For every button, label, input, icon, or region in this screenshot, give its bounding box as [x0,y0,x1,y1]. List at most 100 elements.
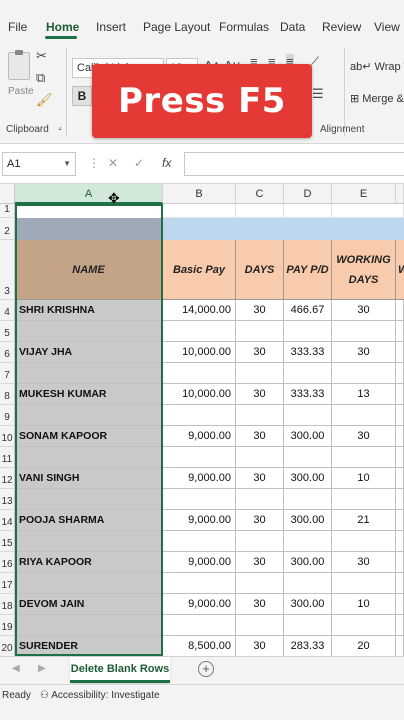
blank-cell[interactable] [236,447,284,468]
cell-days[interactable]: 30 [236,510,284,531]
blank-cell[interactable] [284,531,332,552]
tab-review[interactable]: Review [322,20,361,34]
cell-working-days[interactable]: 30 [332,426,396,447]
select-all-corner[interactable] [0,184,15,204]
cell-days[interactable]: 30 [236,594,284,615]
grid-cell[interactable] [396,300,404,321]
cell-name[interactable]: MUKESH KUMAR [15,384,163,405]
blank-cell[interactable] [163,405,236,426]
cell-working-days[interactable]: 20 [332,636,396,656]
blank-cell[interactable] [163,321,236,342]
cell-pay-pd[interactable]: 300.00 [284,594,332,615]
merge-center-button[interactable]: ⊞ Merge & C [350,92,404,105]
format-painter-icon[interactable]: 🖌 [36,92,53,108]
paste-button-label[interactable]: Paste [8,86,34,97]
cell-days[interactable]: 30 [236,300,284,321]
row-header[interactable]: 10 [0,426,15,447]
bold-button[interactable]: B [72,86,92,106]
row-header[interactable]: 15 [0,531,15,552]
cell-pay-pd[interactable]: 466.67 [284,300,332,321]
cell-days[interactable]: 30 [236,552,284,573]
blank-cell[interactable] [332,615,396,636]
row-header[interactable]: 8 [0,384,15,405]
sheet-prev-icon[interactable]: ◀ [12,663,20,674]
blank-cell[interactable] [332,447,396,468]
header-basic-pay[interactable]: Basic Pay [163,240,236,300]
blank-cell[interactable] [332,363,396,384]
grid-cell[interactable] [396,510,404,531]
sheet-next-icon[interactable]: ▶ [38,663,46,674]
row-header[interactable]: 7 [0,363,15,384]
column-header-e[interactable]: E [332,184,396,204]
blank-cell[interactable] [332,405,396,426]
header-working-days[interactable]: WORKING DAYS [332,240,396,300]
cell-pay-pd[interactable]: 333.33 [284,384,332,405]
blank-cell[interactable] [163,363,236,384]
blank-cell[interactable] [284,363,332,384]
cell-basic-pay[interactable]: 9,000.00 [163,594,236,615]
cell-pay-pd[interactable]: 283.33 [284,636,332,656]
cell-basic-pay[interactable]: 14,000.00 [163,300,236,321]
row-header[interactable]: 2 [0,218,15,240]
cell-working-days[interactable]: 30 [332,552,396,573]
dialog-launcher-icon[interactable]: ⌟ [58,122,62,131]
formula-input[interactable] [184,152,404,176]
header-days[interactable]: DAYS [236,240,284,300]
grid-cell[interactable] [396,426,404,447]
tab-view[interactable]: View [374,20,400,34]
paste-icon[interactable] [8,50,30,80]
cell-name[interactable]: SURENDER [15,636,163,656]
row-header[interactable]: 13 [0,489,15,510]
cell-basic-pay[interactable]: 9,000.00 [163,426,236,447]
blank-cell[interactable] [15,531,163,552]
blank-cell[interactable] [15,405,163,426]
header-next-column[interactable]: W [396,240,404,300]
blank-cell[interactable] [236,615,284,636]
cell-basic-pay[interactable]: 9,000.00 [163,468,236,489]
row-header[interactable]: 3 [0,240,15,300]
blank-cell[interactable] [236,363,284,384]
row-header[interactable]: 19 [0,615,15,636]
blank-cell[interactable] [284,321,332,342]
cell-name[interactable]: VIJAY JHA [15,342,163,363]
cell-pay-pd[interactable]: 333.33 [284,342,332,363]
column-header-b[interactable]: B [163,184,236,204]
tab-home[interactable]: Home [46,20,79,34]
cut-icon[interactable]: ✂ [36,48,47,64]
blank-cell[interactable] [396,531,404,552]
tab-data[interactable]: Data [280,20,305,34]
row-header[interactable]: 14 [0,510,15,531]
cell-name[interactable]: POOJA SHARMA [15,510,163,531]
cell-basic-pay[interactable]: 8,500.00 [163,636,236,656]
sheet-tab-delete-blank-rows[interactable]: Delete Blank Rows [70,657,170,683]
blank-cell[interactable] [284,573,332,594]
cell-pay-pd[interactable]: 300.00 [284,510,332,531]
cell-working-days[interactable]: 10 [332,468,396,489]
blank-cell[interactable] [236,405,284,426]
cell-days[interactable]: 30 [236,342,284,363]
cell-working-days[interactable]: 10 [332,594,396,615]
cell-pay-pd[interactable]: 300.00 [284,426,332,447]
blank-cell[interactable] [396,489,404,510]
blank-cell[interactable] [236,573,284,594]
blank-cell[interactable] [236,321,284,342]
blank-cell[interactable] [15,447,163,468]
cell-days[interactable]: 30 [236,384,284,405]
grid-cell[interactable] [236,204,284,218]
cell-name[interactable]: DEVOM JAIN [15,594,163,615]
cell-name[interactable]: SHRI KRISHNA [15,300,163,321]
cell-name[interactable]: SONAM KAPOOR [15,426,163,447]
blank-cell[interactable] [396,363,404,384]
blank-cell[interactable] [332,573,396,594]
grid-cell[interactable] [396,594,404,615]
chevron-down-icon[interactable]: ▼ [63,159,71,168]
blank-cell[interactable] [163,531,236,552]
tab-page-layout[interactable]: Page Layout [143,20,210,34]
blank-cell[interactable] [15,615,163,636]
column-header-d[interactable]: D [284,184,332,204]
column-header-f[interactable] [396,184,404,204]
blank-cell[interactable] [236,531,284,552]
row-header[interactable]: 9 [0,405,15,426]
copy-icon[interactable]: ⧉ [36,70,45,86]
header-pay-pd[interactable]: PAY P/D [284,240,332,300]
